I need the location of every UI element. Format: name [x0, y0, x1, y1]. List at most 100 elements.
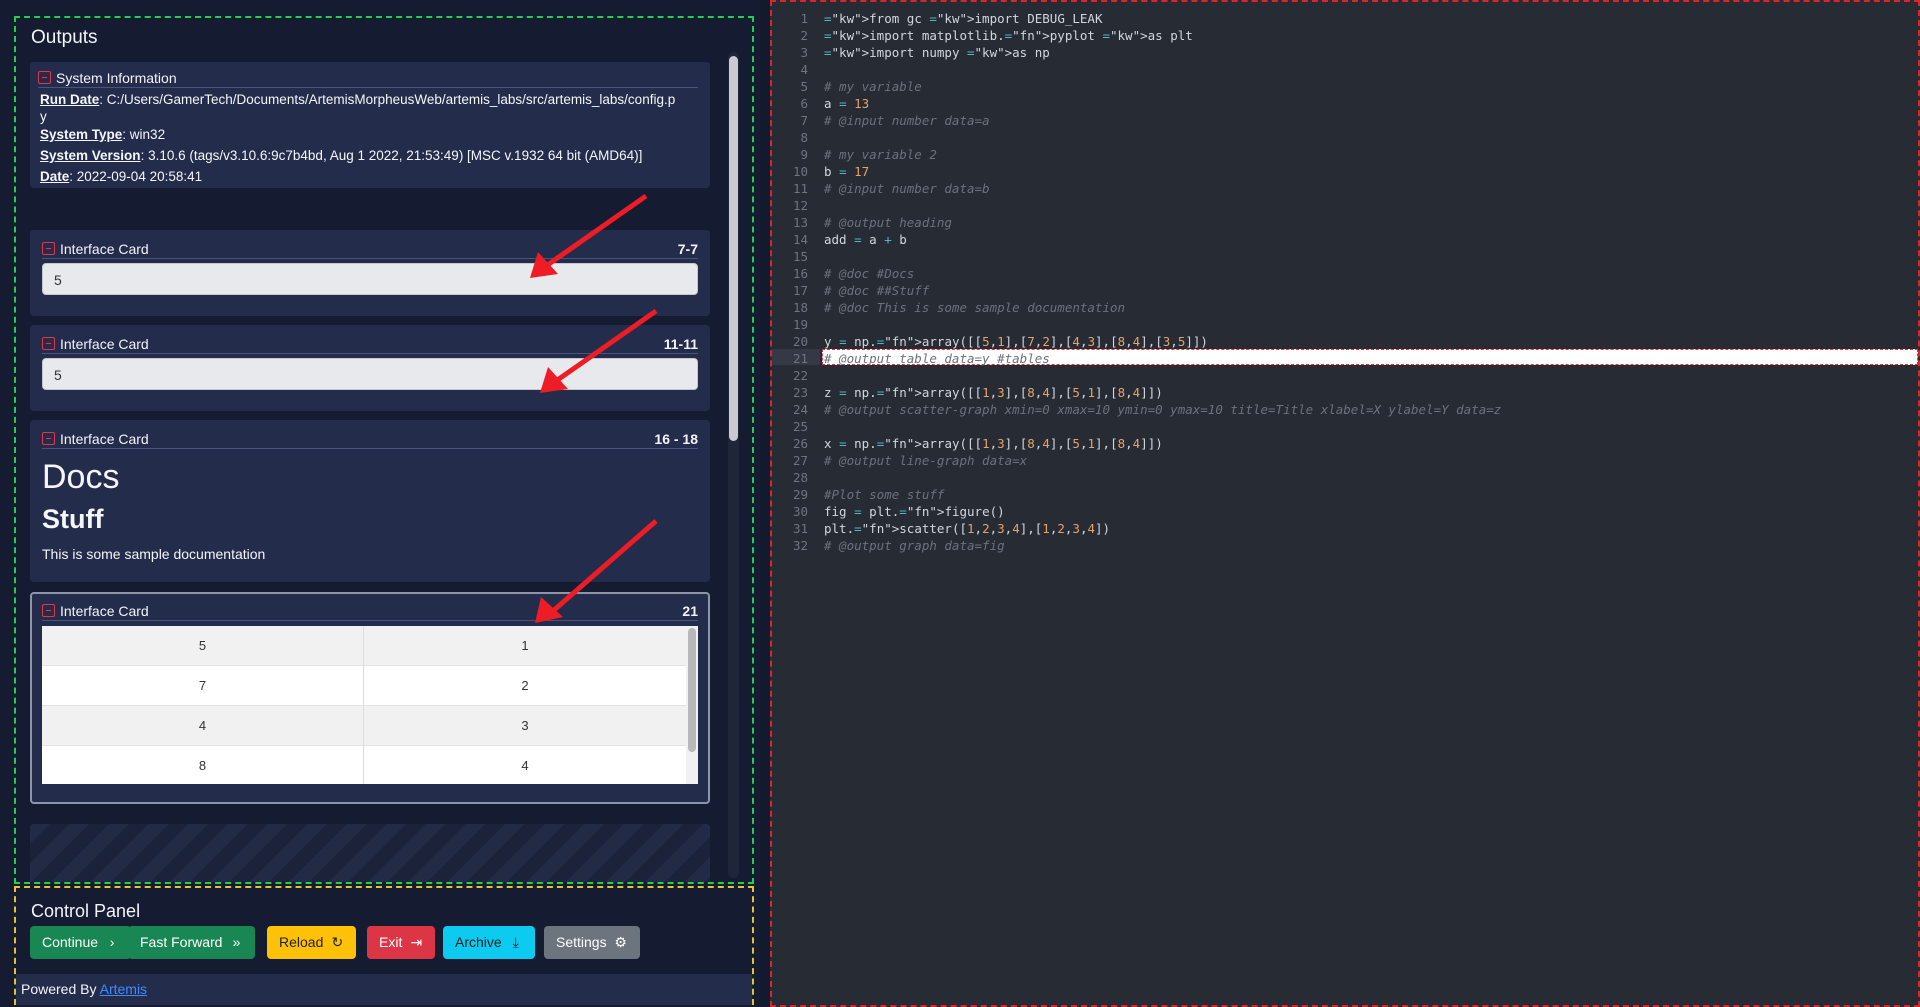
card-title: Interface Card — [60, 431, 149, 447]
table-cell: 7 — [42, 666, 364, 706]
reload-icon: ↻ — [331, 934, 344, 950]
code-line[interactable]: a = 13 — [824, 96, 869, 111]
code-line[interactable]: b = 17 — [824, 164, 869, 179]
double-chevron-right-icon: » — [232, 934, 241, 950]
card-title: Interface Card — [60, 336, 149, 352]
code-line[interactable]: # @output line-graph data=x — [824, 453, 1027, 468]
line-number: 31 — [792, 521, 808, 536]
code-line[interactable]: plt.="fn">scatter([1,2,3,4],[1,2,3,4]) — [824, 521, 1110, 536]
code-editor[interactable]: 1 ="kw">from gc ="kw">import DEBUG_LEAK 2 =… — [770, 0, 1920, 1007]
doc-heading-2: Stuff — [42, 504, 104, 534]
collapse-icon[interactable] — [42, 604, 55, 617]
code-line[interactable]: # @output heading — [824, 215, 952, 230]
code-line[interactable]: # @output table data=y #tables — [824, 351, 1050, 366]
collapse-icon[interactable] — [38, 71, 51, 84]
line-number: 8 — [800, 130, 808, 145]
collapse-icon[interactable] — [42, 337, 55, 350]
code-line[interactable]: # @input number data=b — [824, 181, 990, 196]
card-line-range: 7-7 — [677, 241, 698, 257]
table-cell: 3 — [521, 718, 529, 733]
code-line[interactable]: # @doc ##Stuff — [824, 283, 929, 298]
download-icon: ⤓ — [512, 934, 519, 950]
table-cell: 8 — [42, 746, 364, 784]
date-line: Date: 2022-09-04 20:58:41 — [40, 169, 202, 184]
outputs-scrollbar[interactable] — [728, 52, 739, 878]
powered-by-text: Powered By — [21, 981, 97, 997]
table-cell: 5 — [42, 626, 364, 666]
code-line[interactable]: x = np.="fn">array([[1,3],[8,4],[5,1],[8… — [824, 436, 1163, 451]
line-number: 32 — [792, 538, 808, 553]
code-line[interactable]: y = np.="fn">array([[5,1],[7,2],[4,3],[8… — [824, 334, 1208, 349]
collapse-icon[interactable] — [42, 432, 55, 445]
fast-forward-button[interactable]: Fast Forward » — [128, 926, 256, 959]
archive-label: Archive — [455, 934, 502, 950]
code-line[interactable]: # @doc This is some sample documentation — [824, 300, 1125, 315]
reload-label: Reload — [279, 934, 324, 950]
line-number: 13 — [792, 215, 808, 230]
gear-icon: ⚙ — [614, 934, 627, 950]
table-scrollbar[interactable] — [686, 626, 698, 784]
system-info-title: System Information — [56, 70, 177, 86]
code-line[interactable]: z = np.="fn">array([[1,3],[8,4],[5,1],[8… — [824, 385, 1163, 400]
line-number: 16 — [792, 266, 808, 281]
continue-label: Continue — [42, 934, 99, 950]
table-row: 72 — [42, 666, 686, 706]
line-number: 21 — [792, 351, 808, 366]
line-number: 28 — [792, 470, 808, 485]
table-scrollbar-thumb[interactable] — [688, 628, 696, 752]
line-number: 17 — [792, 283, 808, 298]
line-number: 19 — [792, 317, 808, 332]
line-number: 30 — [792, 504, 808, 519]
code-line[interactable]: fig = plt.="fn">figure() — [824, 504, 1005, 519]
collapse-icon[interactable] — [42, 242, 55, 255]
line-number: 26 — [792, 436, 808, 451]
line-number: 27 — [792, 453, 808, 468]
system-type-value: : win32 — [122, 127, 166, 142]
settings-button[interactable]: Settings ⚙ — [544, 926, 640, 959]
line-number: 23 — [792, 385, 808, 400]
continue-button[interactable]: Continue › — [30, 926, 132, 959]
line-number: 6 — [800, 96, 808, 111]
code-line[interactable]: ="kw">import numpy ="kw">as np — [824, 45, 1050, 60]
system-info-card: System Information Run Date: C:/Users/Ga… — [30, 62, 710, 188]
exit-button[interactable]: Exit ⇥ — [367, 926, 436, 959]
archive-button[interactable]: Archive ⤓ — [443, 926, 535, 959]
table-cell: 4 — [42, 706, 364, 746]
table-row: 43 — [42, 706, 686, 746]
code-line[interactable]: # @output scatter-graph xmin=0 xmax=10 y… — [824, 402, 1501, 417]
annotation-arrow — [540, 308, 658, 393]
table-cell: 2 — [521, 678, 529, 693]
system-version-label: System Version — [40, 148, 141, 163]
outputs-scrollbar-thumb[interactable] — [729, 56, 738, 441]
code-line[interactable]: # my variable — [824, 79, 922, 94]
code-line[interactable]: # @output graph data=fig — [824, 538, 1005, 553]
artemis-link[interactable]: Artemis — [100, 981, 147, 997]
line-number: 3 — [800, 45, 808, 60]
line-number: 1 — [800, 11, 808, 26]
system-version-line: System Version: 3.10.6 (tags/v3.10.6:9c7… — [40, 148, 642, 163]
code-line[interactable]: # @input number data=a — [824, 113, 990, 128]
outputs-scroll-area[interactable]: System Information Run Date: C:/Users/Ga… — [30, 62, 740, 882]
code-line[interactable]: #Plot some stuff — [824, 487, 944, 502]
line-number: 5 — [800, 79, 808, 94]
code-line[interactable]: # @doc #Docs — [824, 266, 914, 281]
run-date-label: Run Date — [40, 92, 100, 107]
date-value: : 2022-09-04 20:58:41 — [69, 169, 203, 184]
line-number: 18 — [792, 300, 808, 315]
code-line[interactable]: ="kw">from gc ="kw">import DEBUG_LEAK — [824, 11, 1102, 26]
reload-button[interactable]: Reload ↻ — [267, 926, 357, 959]
line-number: 15 — [792, 249, 808, 264]
footer: Powered By Artemis — [16, 974, 752, 1005]
data-table[interactable]: 51 72 43 84 — [42, 626, 698, 784]
code-line[interactable]: # my variable 2 — [824, 147, 937, 162]
table-row: 84 — [42, 746, 686, 784]
code-line[interactable]: add = a + b — [824, 232, 907, 247]
line-number: 22 — [792, 368, 808, 383]
code-line[interactable]: ="kw">import matplotlib.="fn">pyplot ="k… — [824, 28, 1193, 43]
card-line-range: 21 — [682, 603, 698, 619]
system-type-line: System Type: win32 — [40, 127, 165, 142]
outputs-title: Outputs — [31, 27, 98, 48]
card-title: Interface Card — [60, 603, 149, 619]
line-number: 29 — [792, 487, 808, 502]
card-title: Interface Card — [60, 241, 149, 257]
